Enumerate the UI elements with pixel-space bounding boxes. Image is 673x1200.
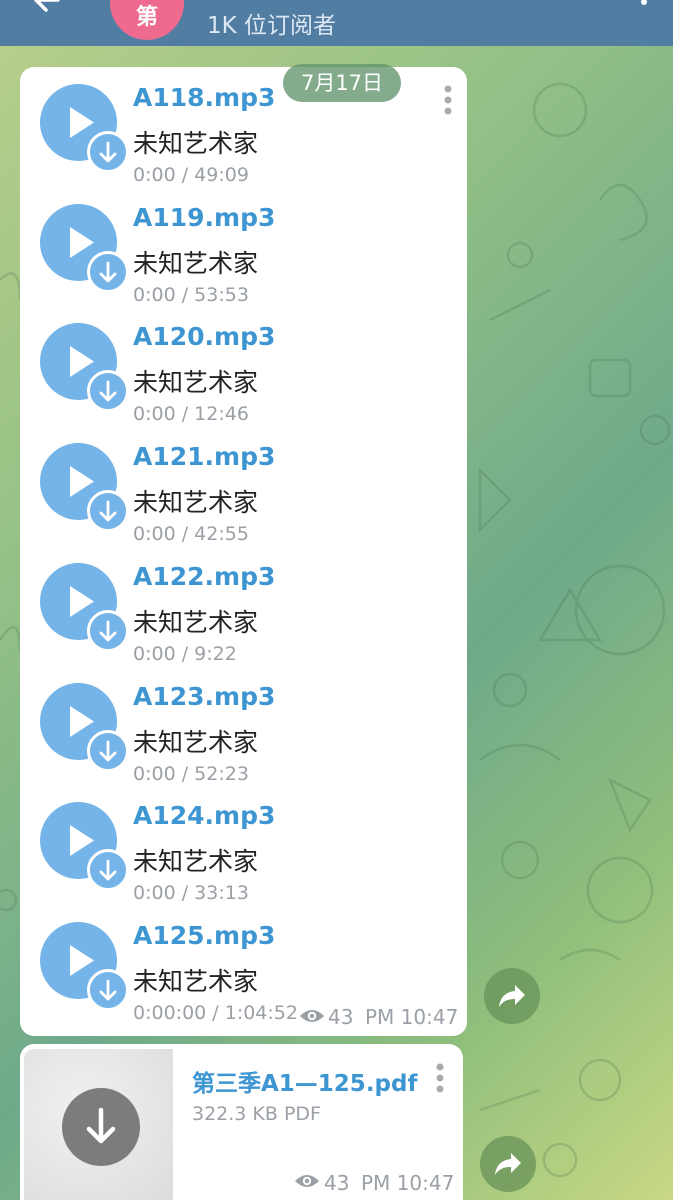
download-arrow-icon: [99, 740, 117, 761]
download-badge[interactable]: [87, 490, 129, 533]
audio-album-message: A118.mp3 未知艺术家 0:00 / 49:09 A119.mp3 未知艺术家 0:…: [20, 67, 467, 1036]
audio-track-row[interactable]: A123.mp3 未知艺术家 0:00 / 52:23: [20, 666, 467, 786]
track-title[interactable]: A120.mp3: [133, 322, 275, 351]
download-badge[interactable]: [87, 729, 129, 772]
track-title[interactable]: A122.mp3: [133, 562, 275, 591]
pdf-menu-icon[interactable]: [434, 1062, 446, 1094]
download-badge[interactable]: [87, 131, 129, 173]
download-arrow-icon: [99, 380, 117, 402]
audio-track-row[interactable]: A122.mp3 未知艺术家 0:00 / 9:22: [20, 546, 467, 666]
track-artist: 未知艺术家: [133, 129, 259, 158]
track-title[interactable]: A119.mp3: [133, 203, 275, 232]
channel-header: 第 1K 位订阅者: [0, 0, 673, 46]
track-artist: 未知艺术家: [133, 847, 259, 877]
pdf-download-button[interactable]: [62, 1088, 140, 1166]
pdf-message-time: PM 10:47: [361, 1171, 455, 1195]
share-arrow-icon: [499, 985, 525, 1007]
audio-track-row[interactable]: A124.mp3 未知艺术家 0:00 / 33:13: [20, 785, 467, 905]
share-arrow-icon: [495, 1153, 521, 1175]
views-count: 43: [328, 1005, 354, 1029]
audio-track-row[interactable]: A121.mp3 未知艺术家 0:00 / 42:55: [20, 426, 467, 546]
track-duration: 0:00 / 52:23: [133, 762, 249, 785]
pdf-views-eye-icon: [295, 1175, 319, 1187]
pdf-filesize: 322.3 KB PDF: [192, 1103, 321, 1125]
track-duration: 0:00 / 9:22: [133, 642, 237, 665]
download-arrow-icon: [99, 620, 117, 642]
track-duration: 0:00 / 49:09: [133, 164, 249, 186]
download-arrow-icon: [99, 979, 117, 1001]
download-badge[interactable]: [87, 968, 129, 1011]
download-badge[interactable]: [87, 250, 129, 293]
track-artist: 未知艺术家: [133, 607, 259, 637]
download-badge[interactable]: [87, 370, 129, 413]
track-title[interactable]: A121.mp3: [133, 442, 275, 471]
track-title[interactable]: A124.mp3: [133, 801, 275, 830]
track-title[interactable]: A123.mp3: [133, 682, 275, 711]
track-duration: 0:00 / 33:13: [133, 882, 249, 905]
track-artist: 未知艺术家: [133, 488, 259, 518]
track-artist: 未知艺术家: [133, 727, 259, 757]
subscriber-count: 1K 位订阅者: [207, 13, 337, 39]
audio-track-row[interactable]: A119.mp3 未知艺术家 0:00 / 53:53: [20, 187, 467, 307]
more-options-icon[interactable]: [639, 0, 649, 16]
download-arrow-icon: [99, 141, 117, 163]
download-arrow-icon: [99, 500, 117, 522]
channel-avatar[interactable]: 第: [110, 0, 184, 40]
share-button[interactable]: [484, 968, 540, 1024]
back-arrow-icon[interactable]: [28, 0, 64, 32]
date-separator: 7月17日: [283, 64, 401, 102]
track-artist: 未知艺术家: [133, 248, 259, 278]
download-arrow-icon: [99, 859, 117, 881]
download-badge[interactable]: [87, 849, 129, 892]
track-artist: 未知艺术家: [133, 966, 259, 996]
track-duration: 0:00:00 / 1:04:52: [133, 1001, 298, 1024]
pdf-file-message[interactable]: 第三季A1—125.pdf 322.3 KB PDF 43 PM 10:47: [20, 1044, 463, 1200]
pdf-views-count: 43: [324, 1171, 350, 1195]
pdf-thumbnail: [24, 1049, 173, 1200]
views-eye-icon: [300, 1010, 324, 1022]
track-title[interactable]: A125.mp3: [133, 921, 275, 950]
audio-track-row[interactable]: A120.mp3 未知艺术家 0:00 / 12:46: [20, 306, 467, 426]
track-duration: 0:00 / 42:55: [133, 523, 249, 546]
track-title[interactable]: A118.mp3: [133, 83, 275, 112]
pdf-share-button[interactable]: [480, 1136, 536, 1192]
download-arrow-icon: [99, 261, 117, 283]
download-badge[interactable]: [87, 609, 129, 652]
track-duration: 0:00 / 12:46: [133, 403, 249, 426]
message-time: PM 10:47: [365, 1005, 459, 1029]
download-arrow-icon: [86, 1107, 116, 1144]
pdf-filename[interactable]: 第三季A1—125.pdf: [192, 1064, 418, 1098]
track-duration: 0:00 / 53:53: [133, 283, 249, 306]
track-artist: 未知艺术家: [133, 368, 259, 398]
